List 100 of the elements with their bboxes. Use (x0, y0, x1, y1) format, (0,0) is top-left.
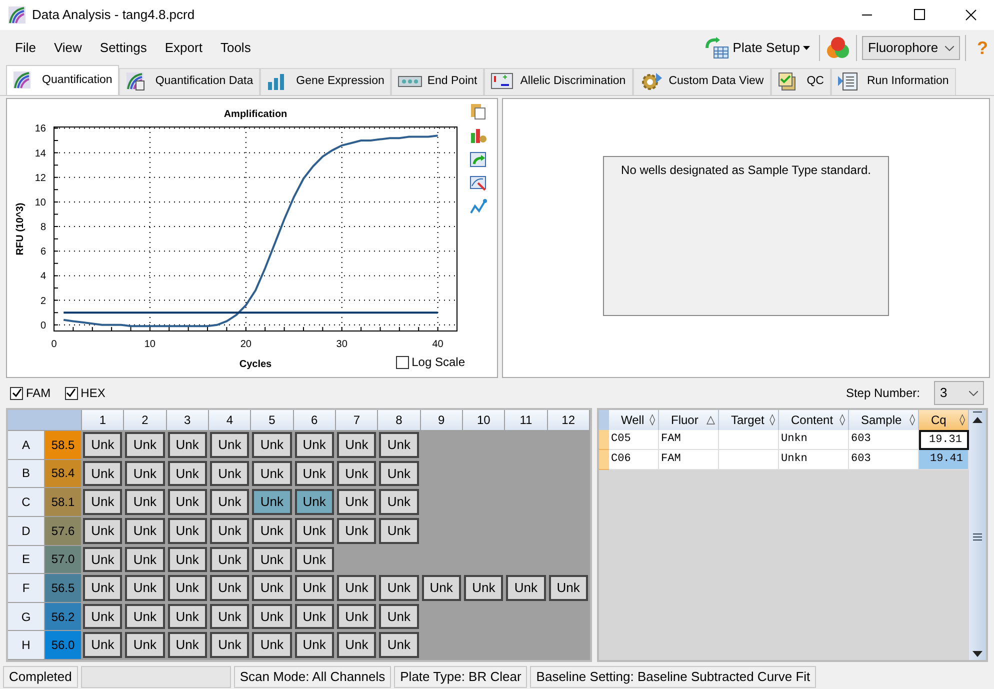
well[interactable]: Unk (336, 575, 376, 601)
well[interactable]: Unk (379, 604, 419, 630)
scrollbar[interactable] (969, 410, 986, 660)
sort-indicator[interactable]: ◊ (960, 412, 965, 428)
well[interactable]: Unk (252, 489, 292, 515)
row-marker[interactable] (599, 430, 609, 450)
column-header[interactable]: Well ◊ (609, 410, 659, 430)
column-header[interactable]: Cq ◊ (919, 410, 969, 430)
well[interactable]: Unk (336, 518, 376, 544)
line-chart-icon[interactable] (469, 198, 487, 216)
step-number-dropdown[interactable]: 3 (934, 381, 984, 405)
well[interactable]: Unk (379, 489, 419, 515)
tab[interactable]: Run Information (830, 68, 956, 95)
well[interactable]: Unk (252, 546, 292, 572)
well[interactable]: Unk (294, 432, 334, 458)
tab[interactable]: Quantification (6, 65, 120, 95)
row-header[interactable]: H (8, 631, 44, 659)
fluorophore-checkbox[interactable]: HEX (64, 384, 106, 402)
well[interactable]: Unk (548, 575, 588, 601)
menu-item[interactable]: File (6, 36, 45, 60)
row-header[interactable]: G (8, 602, 44, 630)
well[interactable]: Unk (336, 432, 376, 458)
fluorophore-checkbox[interactable]: FAM (10, 384, 51, 402)
row-header[interactable]: B (8, 460, 44, 488)
menu-item[interactable]: Settings (90, 36, 156, 60)
tab[interactable]: Quantification Data (119, 68, 260, 95)
column-header[interactable]: 4 (208, 410, 250, 430)
column-header[interactable]: 7 (336, 410, 378, 430)
well[interactable]: Unk (294, 489, 334, 515)
well[interactable]: Unk (83, 518, 122, 544)
well[interactable]: Unk (168, 546, 207, 572)
well[interactable]: Unk (168, 460, 207, 486)
well[interactable]: Unk (125, 518, 165, 544)
well[interactable]: Unk (210, 432, 250, 458)
sort-indicator[interactable]: ◊ (650, 412, 655, 428)
well[interactable]: Unk (379, 575, 419, 601)
well[interactable]: Unk (83, 460, 122, 486)
well[interactable]: Unk (210, 460, 250, 486)
column-header[interactable]: 1 (82, 410, 124, 430)
color-circles-icon[interactable] (825, 36, 851, 60)
well[interactable]: Unk (125, 489, 165, 515)
well[interactable]: Unk (125, 432, 165, 458)
well[interactable]: Unk (125, 604, 165, 630)
row-marker[interactable] (599, 450, 609, 470)
row-header[interactable]: A (8, 431, 44, 459)
column-header[interactable]: 10 (462, 410, 504, 430)
close-icon[interactable] (965, 9, 977, 21)
well[interactable]: Unk (168, 518, 207, 544)
clipboard-icon[interactable] (469, 102, 487, 120)
column-header[interactable]: 3 (166, 410, 208, 430)
well[interactable]: Unk (83, 546, 122, 572)
well[interactable]: Unk (125, 632, 165, 658)
well[interactable]: Unk (336, 604, 376, 630)
well[interactable]: Unk (168, 604, 207, 630)
well[interactable]: Unk (252, 632, 292, 658)
well[interactable]: Unk (168, 575, 207, 601)
well[interactable]: Unk (210, 546, 250, 572)
column-header[interactable]: Fluor △ (659, 410, 719, 430)
chart-settings-icon[interactable] (469, 126, 487, 144)
sort-indicator[interactable]: ◊ (770, 412, 775, 428)
well[interactable]: Unk (252, 432, 292, 458)
well[interactable]: Unk (210, 632, 250, 658)
column-header[interactable]: 12 (548, 410, 589, 430)
column-header[interactable]: 2 (124, 410, 166, 430)
well[interactable]: Unk (294, 632, 334, 658)
well[interactable]: Unk (168, 632, 207, 658)
well[interactable]: Unk (294, 460, 334, 486)
tab[interactable]: Custom Data View (632, 68, 771, 95)
well[interactable]: Unk (83, 632, 122, 658)
tab[interactable]: Allelic Discrimination (484, 68, 633, 95)
well[interactable]: Unk (252, 575, 292, 601)
column-header[interactable]: Content ◊ (779, 410, 849, 430)
log-scale-checkbox[interactable]: Log Scale (396, 353, 465, 371)
tab[interactable]: Gene Expression (260, 68, 392, 95)
export-icon[interactable] (469, 150, 487, 168)
well[interactable]: Unk (336, 460, 376, 486)
row-header[interactable]: F (8, 574, 44, 602)
well[interactable]: Unk (210, 575, 250, 601)
well[interactable]: Unk (294, 546, 334, 572)
well[interactable]: Unk (83, 575, 122, 601)
well[interactable]: Unk (125, 546, 165, 572)
menu-item[interactable]: Tools (211, 36, 260, 60)
chart-zoom-icon[interactable] (469, 174, 487, 192)
sort-indicator[interactable]: ◊ (910, 412, 915, 428)
row-header[interactable]: E (8, 546, 44, 574)
well[interactable]: Unk (168, 489, 207, 515)
well[interactable]: Unk (294, 575, 334, 601)
well[interactable]: Unk (379, 518, 419, 544)
row-header[interactable]: D (8, 516, 44, 544)
well[interactable]: Unk (379, 432, 419, 458)
well[interactable]: Unk (83, 604, 122, 630)
menu-item[interactable]: Export (156, 36, 212, 60)
maximize-icon[interactable] (913, 9, 925, 21)
column-header[interactable]: 9 (420, 410, 462, 430)
sort-indicator[interactable]: ◊ (840, 412, 845, 428)
well[interactable]: Unk (379, 460, 419, 486)
tab[interactable]: End Point (391, 68, 484, 95)
well[interactable]: Unk (210, 489, 250, 515)
well[interactable]: Unk (336, 489, 376, 515)
tab[interactable]: QC (770, 68, 831, 95)
